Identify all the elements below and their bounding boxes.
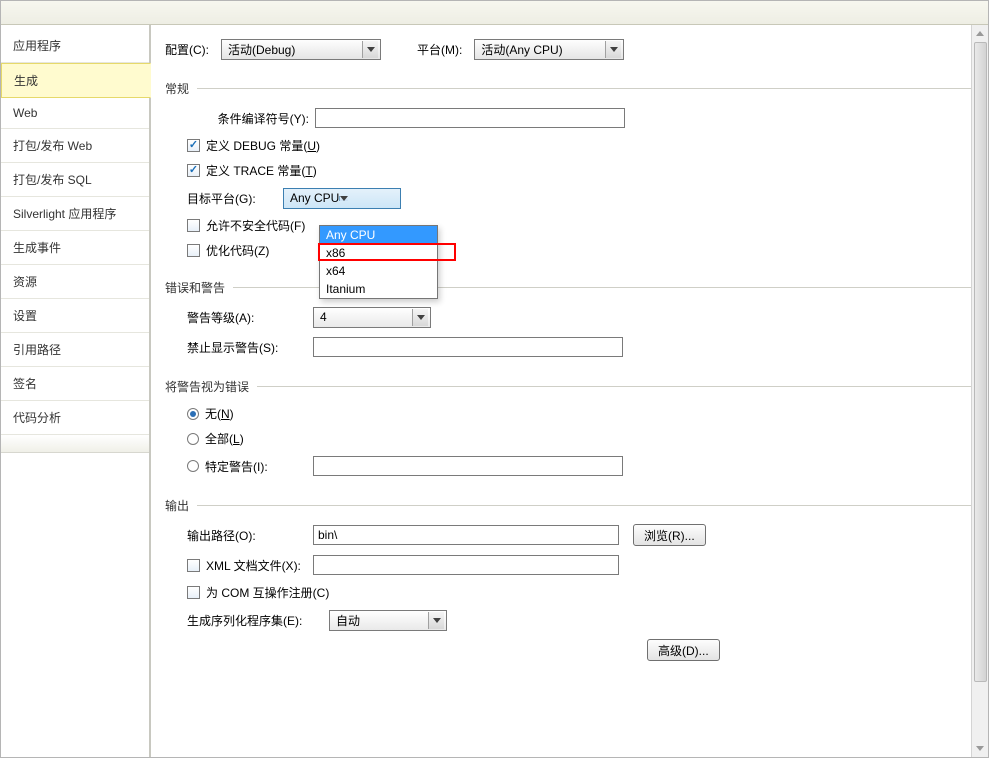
treat-none-label: 无(N) bbox=[205, 405, 234, 422]
debug-const-checkbox[interactable] bbox=[187, 139, 200, 152]
gen-serial-dropdown[interactable]: 自动 bbox=[329, 610, 447, 631]
suppress-label: 禁止显示警告(S): bbox=[187, 339, 313, 356]
target-option-itanium[interactable]: Itanium bbox=[320, 280, 437, 298]
xmldoc-label: XML 文档文件(X): bbox=[206, 557, 313, 574]
chevron-down-icon bbox=[605, 41, 621, 58]
cond-compile-label: 条件编译符号(Y): bbox=[187, 110, 315, 127]
section-general: 常规 条件编译符号(Y): 定义 DEBUG 常量(U) 定义 bbox=[165, 80, 974, 259]
treat-specific-radio[interactable] bbox=[187, 460, 199, 472]
xmldoc-checkbox[interactable] bbox=[187, 559, 200, 572]
divider bbox=[197, 505, 974, 506]
output-path-label: 输出路径(O): bbox=[187, 527, 313, 544]
content-area: 配置(C): 活动(Debug) 平台(M): 活动(Any CPU) 常规 bbox=[151, 25, 988, 757]
trace-const-checkbox[interactable] bbox=[187, 164, 200, 177]
section-output-title: 输出 bbox=[165, 497, 189, 514]
allow-unsafe-label: 允许不安全代码(F) bbox=[206, 217, 305, 234]
config-label: 配置(C): bbox=[165, 41, 209, 58]
tab-pack-web[interactable]: 打包/发布 Web bbox=[1, 129, 150, 163]
debug-const-label: 定义 DEBUG 常量(U) bbox=[206, 137, 320, 154]
target-platform-dropdown[interactable]: Any CPU bbox=[283, 188, 401, 209]
chevron-down-icon bbox=[412, 309, 428, 326]
tab-settings[interactable]: 设置 bbox=[1, 299, 150, 333]
tab-ref-paths[interactable]: 引用路径 bbox=[1, 333, 150, 367]
treat-specific-input[interactable] bbox=[313, 456, 623, 476]
target-option-anycpu[interactable]: Any CPU bbox=[320, 226, 437, 244]
tab-web[interactable]: Web bbox=[1, 98, 150, 129]
target-platform-option-list[interactable]: Any CPU x86 x64 Itanium bbox=[319, 225, 438, 299]
cond-compile-input[interactable] bbox=[315, 108, 625, 128]
target-option-x64[interactable]: x64 bbox=[320, 262, 437, 280]
trace-const-label: 定义 TRACE 常量(T) bbox=[206, 162, 317, 179]
treat-all-radio[interactable] bbox=[187, 433, 199, 445]
tab-signing[interactable]: 签名 bbox=[1, 367, 150, 401]
config-value: 活动(Debug) bbox=[228, 41, 295, 58]
divider bbox=[257, 386, 974, 387]
treat-specific-label: 特定警告(I): bbox=[205, 458, 313, 475]
gen-serial-label: 生成序列化程序集(E): bbox=[187, 612, 329, 629]
chevron-down-icon bbox=[339, 196, 348, 201]
vertical-scrollbar[interactable] bbox=[971, 25, 988, 757]
xmldoc-input[interactable] bbox=[313, 555, 619, 575]
config-dropdown[interactable]: 活动(Debug) bbox=[221, 39, 381, 60]
section-treat-as-error: 将警告视为错误 无(N) 全部(L) 特定 bbox=[165, 378, 974, 477]
scroll-down-icon[interactable] bbox=[972, 740, 988, 757]
target-platform-value: Any CPU bbox=[290, 191, 339, 205]
window-top-bar bbox=[1, 1, 988, 25]
platform-value: 活动(Any CPU) bbox=[481, 41, 562, 58]
chevron-down-icon bbox=[428, 612, 444, 629]
suppress-input[interactable] bbox=[313, 337, 623, 357]
treat-all-label: 全部(L) bbox=[205, 430, 244, 447]
scroll-up-icon[interactable] bbox=[972, 25, 988, 42]
section-general-title: 常规 bbox=[165, 80, 189, 97]
section-output: 输出 输出路径(O): 浏览(R)... XML 文档文件(X): 为 C bbox=[165, 497, 974, 661]
section-treat-title: 将警告视为错误 bbox=[165, 378, 249, 395]
target-option-x86[interactable]: x86 bbox=[320, 244, 437, 262]
optimize-label: 优化代码(Z) bbox=[206, 242, 269, 259]
tab-code-analysis[interactable]: 代码分析 bbox=[1, 401, 150, 435]
gen-serial-value: 自动 bbox=[336, 612, 360, 629]
section-errors-title: 错误和警告 bbox=[165, 279, 225, 296]
warn-level-dropdown[interactable]: 4 bbox=[313, 307, 431, 328]
warn-level-label: 警告等级(A): bbox=[187, 309, 313, 326]
optimize-checkbox[interactable] bbox=[187, 244, 200, 257]
com-reg-checkbox[interactable] bbox=[187, 586, 200, 599]
tab-build-events[interactable]: 生成事件 bbox=[1, 231, 150, 265]
tab-fade bbox=[1, 435, 150, 453]
tab-application[interactable]: 应用程序 bbox=[1, 29, 150, 63]
config-row: 配置(C): 活动(Debug) 平台(M): 活动(Any CPU) bbox=[165, 39, 974, 60]
divider bbox=[197, 88, 974, 89]
platform-dropdown[interactable]: 活动(Any CPU) bbox=[474, 39, 624, 60]
warn-level-value: 4 bbox=[320, 310, 327, 324]
platform-label: 平台(M): bbox=[417, 41, 462, 58]
target-platform-label: 目标平台(G): bbox=[187, 190, 283, 207]
section-errors: 错误和警告 警告等级(A): 4 禁止显示警告(S): bbox=[165, 279, 974, 358]
tab-pack-sql[interactable]: 打包/发布 SQL bbox=[1, 163, 150, 197]
scroll-thumb[interactable] bbox=[974, 42, 987, 682]
allow-unsafe-checkbox[interactable] bbox=[187, 219, 200, 232]
tab-silverlight[interactable]: Silverlight 应用程序 bbox=[1, 197, 150, 231]
tab-build[interactable]: 生成 bbox=[1, 63, 151, 98]
com-reg-label: 为 COM 互操作注册(C) bbox=[206, 584, 329, 601]
chevron-down-icon bbox=[362, 41, 378, 58]
treat-none-radio[interactable] bbox=[187, 408, 199, 420]
output-path-input[interactable] bbox=[313, 525, 619, 545]
tab-resources[interactable]: 资源 bbox=[1, 265, 150, 299]
advanced-button[interactable]: 高级(D)... bbox=[647, 639, 720, 661]
side-tabs: 应用程序 生成 Web 打包/发布 Web 打包/发布 SQL Silverli… bbox=[1, 25, 151, 757]
browse-button[interactable]: 浏览(R)... bbox=[633, 524, 706, 546]
